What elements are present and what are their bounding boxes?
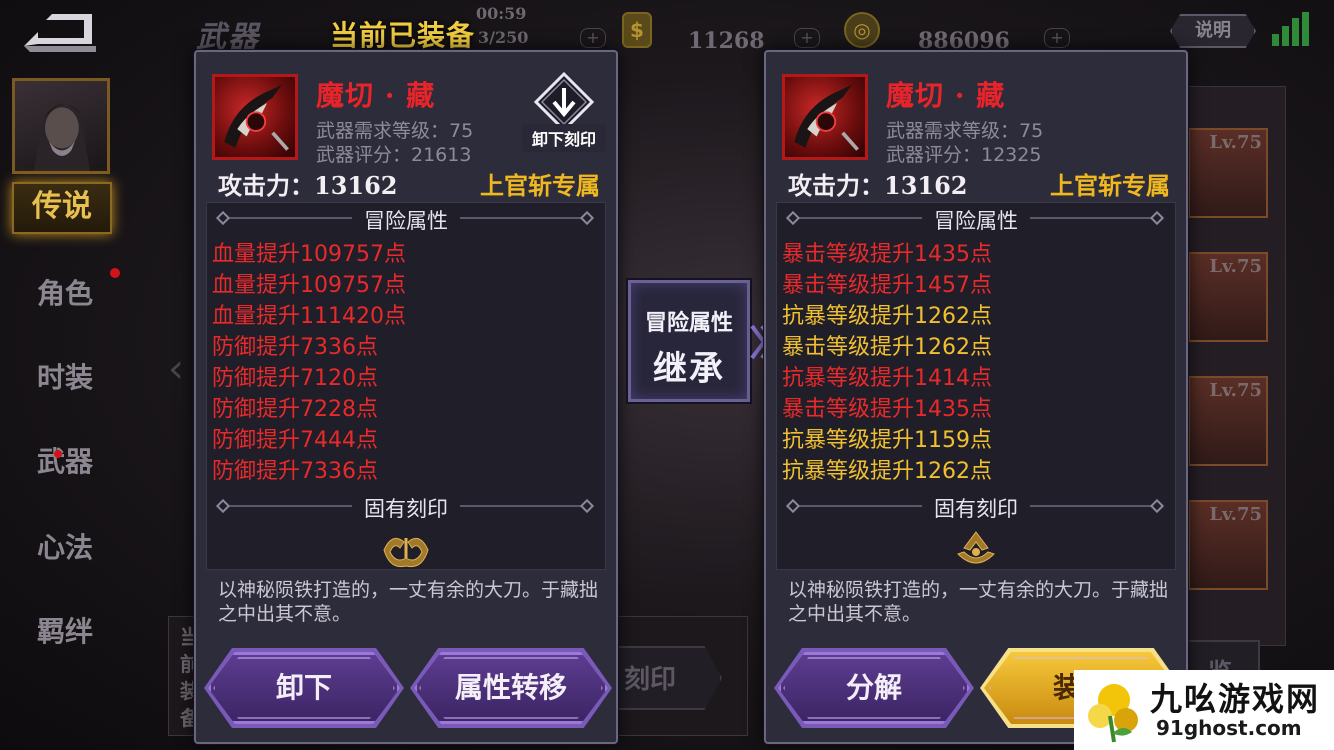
attribute-line: 血量提升109757点 — [212, 242, 406, 267]
equipped-weapon-panel: 魔切 · 藏 武器需求等级：75 武器评分：21613 卸下刻印 攻击力：131… — [194, 50, 618, 744]
nav-item-mindset[interactable]: 心法 — [20, 526, 110, 566]
explain-button[interactable]: 说明 — [1170, 14, 1256, 48]
engrave-rune-icon[interactable] — [378, 528, 434, 572]
nav-item-bond[interactable]: 羁绊 — [20, 610, 110, 650]
compare-weapon-panel: 魔切 · 藏 武器需求等级：75 武器评分：12325 攻击力：13162 上官… — [764, 50, 1188, 744]
nav-item-costume[interactable]: 时装 — [20, 356, 110, 396]
attack-power: 攻击力：13162 — [788, 171, 968, 200]
weapon-description: 以神秘陨铁打造的，一丈有余的大刀。于藏拙之中出其不意。 — [788, 579, 1169, 625]
adventure-attributes-header: 冒险属性 — [215, 206, 596, 233]
weapon-level-requirement: 武器需求等级：75 — [316, 120, 474, 142]
attribute-line: 防御提升7336点 — [212, 459, 378, 484]
attribute-line: 抗暴等级提升1414点 — [782, 366, 992, 391]
inherit-label-line2: 继承 — [653, 349, 725, 389]
hero-avatar-icon — [33, 103, 91, 171]
nav-item-role[interactable]: 角色 — [20, 272, 110, 312]
attribute-line: 抗暴等级提升1159点 — [782, 428, 992, 453]
attribute-line: 抗暴等级提升1262点 — [782, 459, 992, 484]
coin-currency-icon: ◎ — [844, 12, 880, 48]
site-name: 九吆游戏网 — [1150, 680, 1321, 718]
unequip-button[interactable]: 卸下 — [208, 652, 400, 724]
timer-text: 00:59 — [476, 4, 527, 23]
unload-engrave-label: 卸下刻印 — [522, 124, 606, 152]
engrave-title: 固有刻印 — [352, 497, 460, 521]
signal-icon — [1272, 12, 1312, 46]
attribute-line: 防御提升7444点 — [212, 428, 378, 453]
transfer-attributes-button[interactable]: 属性转移 — [414, 652, 608, 724]
attribute-line: 抗暴等级提升1262点 — [782, 304, 992, 329]
currency1-value: 11268 — [688, 28, 765, 54]
weapon-name: 魔切 · 藏 — [886, 79, 1006, 112]
attribute-line: 暴击等级提升1435点 — [782, 397, 992, 422]
decompose-button[interactable]: 分解 — [778, 652, 970, 724]
weapon-slot[interactable]: Lv.75 — [1188, 376, 1268, 466]
site-watermark: 九吆游戏网 91ghost.com — [1074, 670, 1334, 750]
prev-chevron-icon[interactable]: ‹ — [168, 346, 184, 392]
inherit-label-line1: 冒险属性 — [644, 311, 733, 336]
equipped-label: 当前已装备 — [330, 19, 476, 52]
weapon-score: 武器评分：21613 — [316, 144, 472, 166]
ticket-currency-icon: $ — [622, 12, 652, 48]
engrave-header: 固有刻印 — [785, 494, 1166, 521]
adventure-attributes-title: 冒险属性 — [352, 209, 460, 233]
hero-portrait[interactable] — [12, 78, 110, 174]
back-arrow-icon — [24, 14, 96, 52]
nav-legend-tab[interactable]: 传说 — [12, 182, 112, 234]
attribute-line: 血量提升111420点 — [212, 304, 406, 329]
unload-engrave-button[interactable]: 卸下刻印 — [522, 70, 606, 154]
site-logo-icon — [1088, 684, 1138, 743]
site-url: 91ghost.com — [1156, 716, 1302, 740]
engrave-rune-icon[interactable] — [948, 528, 1004, 572]
add-currency1-button[interactable]: + — [794, 28, 820, 48]
weapon-name: 魔切 · 藏 — [316, 79, 436, 112]
weapon-icon — [212, 74, 298, 160]
attribute-line: 暴击等级提升1262点 — [782, 335, 992, 360]
attribute-line: 血量提升109757点 — [212, 273, 406, 298]
unload-engrave-icon — [534, 72, 594, 132]
attribute-line: 防御提升7336点 — [212, 335, 378, 360]
exclusive-tag: 上官斩专属 — [480, 171, 600, 200]
engrave-title: 固有刻印 — [922, 497, 1030, 521]
attack-power: 攻击力：13162 — [218, 171, 398, 200]
inherit-attributes-button[interactable]: 冒险属性 继承 — [628, 280, 750, 402]
weapon-slot[interactable]: Lv.75 — [1188, 500, 1268, 590]
notification-dot — [110, 268, 120, 278]
engrave-header: 固有刻印 — [215, 494, 596, 521]
weapon-slot[interactable]: Lv.75 — [1188, 128, 1268, 218]
attribute-line: 暴击等级提升1457点 — [782, 273, 992, 298]
back-button[interactable] — [18, 8, 102, 56]
add-currency2-button[interactable]: + — [1044, 28, 1070, 48]
attribute-line: 暴击等级提升1435点 — [782, 242, 992, 267]
inventory-count: 3/250 — [478, 28, 529, 47]
attribute-line: 防御提升7120点 — [212, 366, 378, 391]
exclusive-tag: 上官斩专属 — [1050, 171, 1170, 200]
weapon-score: 武器评分：12325 — [886, 144, 1042, 166]
adventure-attributes-header: 冒险属性 — [785, 206, 1166, 233]
attribute-line: 防御提升7228点 — [212, 397, 378, 422]
weapon-description: 以神秘陨铁打造的，一丈有余的大刀。于藏拙之中出其不意。 — [218, 579, 599, 625]
nav-item-weapon[interactable]: 武器 — [20, 440, 110, 480]
weapon-slot[interactable]: Lv.75 — [1188, 252, 1268, 342]
weapon-level-requirement: 武器需求等级：75 — [886, 120, 1044, 142]
notification-dot — [54, 450, 62, 458]
adventure-attributes-title: 冒险属性 — [922, 209, 1030, 233]
weapon-icon — [782, 74, 868, 160]
add-inventory-button[interactable]: + — [580, 28, 606, 48]
